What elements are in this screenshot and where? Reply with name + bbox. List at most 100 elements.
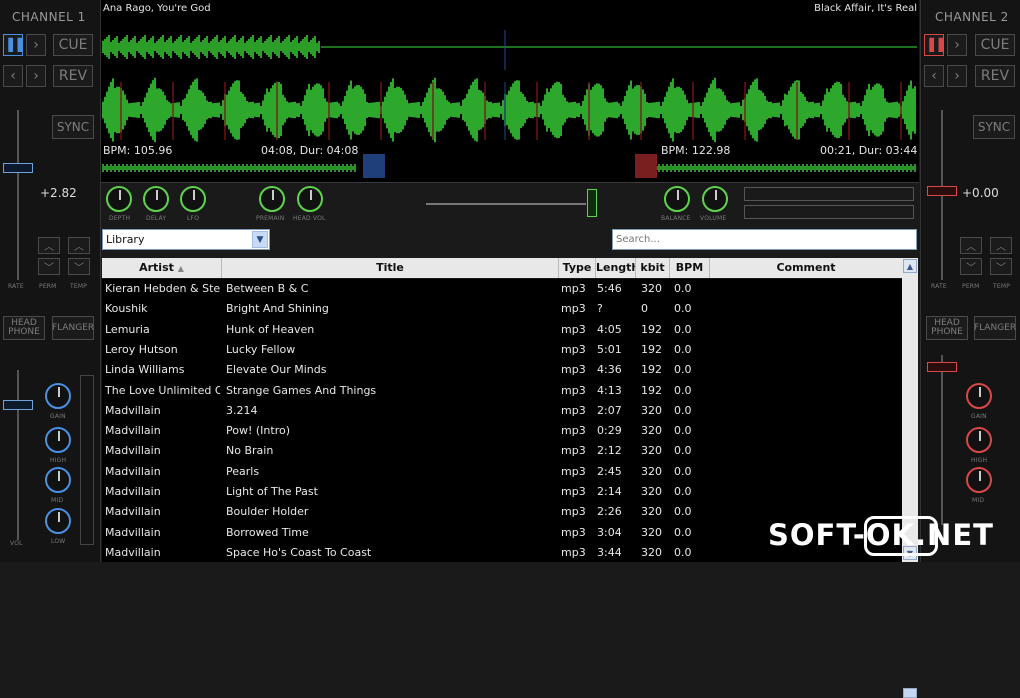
- source-select[interactable]: Library ▼: [102, 229, 270, 250]
- cell-bpm: 0.0: [674, 363, 692, 377]
- cell-bpm: 0.0: [674, 464, 692, 478]
- column-comment[interactable]: Comment: [710, 258, 902, 278]
- channel2-play-pause-button[interactable]: ▐▐: [924, 34, 944, 56]
- channel1-rev-button[interactable]: REV: [53, 65, 93, 87]
- cell-artist: Leroy Hutson: [105, 342, 178, 356]
- cell-type: mp3: [561, 464, 586, 478]
- channel1-up-button-2[interactable]: ︿: [68, 237, 90, 254]
- channel2-high-label: HIGH: [971, 457, 988, 464]
- channel1-up-button-1[interactable]: ︿: [38, 237, 60, 254]
- cell-type: mp3: [561, 525, 586, 539]
- cell-artist: Koushik: [105, 302, 148, 316]
- channel1-down-button-1[interactable]: ﹀: [38, 258, 60, 275]
- premain-knob[interactable]: [259, 186, 285, 212]
- column-bpm[interactable]: BPM: [670, 258, 710, 278]
- channel2-prev-button[interactable]: ‹: [924, 65, 944, 87]
- channel1-cue-button[interactable]: CUE: [53, 34, 93, 56]
- channel1-volume-slider[interactable]: [3, 400, 33, 410]
- depth-knob[interactable]: [106, 186, 132, 212]
- column-kbit[interactable]: kbit: [636, 258, 670, 278]
- channel2-mid-knob[interactable]: [966, 467, 992, 493]
- table-row[interactable]: Madvillain Pow! (Intro) mp3 0:29 320 0.0: [102, 421, 902, 441]
- channel2-cue-button[interactable]: CUE: [975, 34, 1015, 56]
- chevron-down-icon[interactable]: ▼: [252, 231, 268, 248]
- channel2-next-button[interactable]: ›: [947, 65, 967, 87]
- channel2-panel: CHANNEL 2 ▐▐ › CUE ‹ › REV SYNC +0.00 ︿ …: [920, 0, 1020, 562]
- channel2-volume-slider[interactable]: [927, 362, 957, 372]
- cell-length: 3:04: [597, 525, 622, 539]
- head-vol-knob[interactable]: [297, 186, 323, 212]
- cell-kbit: 192: [641, 322, 662, 336]
- channel1-gain-knob[interactable]: [45, 383, 71, 409]
- cell-artist: Madvillain: [105, 525, 161, 539]
- balance-knob[interactable]: [664, 186, 690, 212]
- delay-knob[interactable]: [143, 186, 169, 212]
- channel1-mid-knob[interactable]: [45, 467, 71, 493]
- table-row[interactable]: Linda Williams Elevate Our Minds mp3 4:36 19…: [102, 360, 902, 380]
- cell-bpm: 0.0: [674, 383, 692, 397]
- cell-kbit: 320: [641, 444, 662, 458]
- channel1-headphone-button[interactable]: HEAD PHONE: [3, 316, 45, 340]
- crossfader-handle[interactable]: [587, 189, 597, 217]
- waveform-display[interactable]: [101, 0, 919, 182]
- track-list-header: Artist ▲ Title Type Length kbit BPM Comm…: [102, 258, 902, 278]
- channel1-pitch-slider[interactable]: [3, 163, 33, 173]
- search-input[interactable]: [612, 229, 917, 250]
- column-title[interactable]: Title: [222, 258, 559, 278]
- channel1-play-button[interactable]: ›: [26, 34, 46, 56]
- scroll-thumb[interactable]: [903, 688, 917, 698]
- channel2-high-knob[interactable]: [966, 427, 992, 453]
- cell-kbit: 320: [641, 282, 662, 295]
- channel2-flanger-button[interactable]: FLANGER: [974, 316, 1016, 340]
- scroll-up-button[interactable]: ▲: [903, 259, 917, 273]
- cell-kbit: 320: [641, 525, 662, 539]
- channel1-play-pause-button[interactable]: ▐▐: [3, 34, 23, 56]
- channel2-up-button-1[interactable]: ︿: [960, 237, 982, 254]
- table-row[interactable]: Madvillain No Brain mp3 2:12 320 0.0: [102, 441, 902, 461]
- channel1-flanger-button[interactable]: FLANGER: [52, 316, 94, 340]
- channel2-up-button-2[interactable]: ︿: [990, 237, 1012, 254]
- cell-artist: Linda Williams: [105, 363, 185, 377]
- channel1-title: CHANNEL 1: [12, 10, 86, 24]
- channel1-high-knob[interactable]: [45, 427, 71, 453]
- channel1-prev-button[interactable]: ‹: [3, 65, 23, 87]
- cell-bpm: 0.0: [674, 403, 692, 417]
- table-row[interactable]: Koushik Bright And Shining mp3? 0 0.0: [102, 299, 902, 319]
- channel2-headphone-button[interactable]: HEAD PHONE: [926, 316, 968, 340]
- column-type[interactable]: Type: [559, 258, 596, 278]
- channel2-down-button-2[interactable]: ﹀: [990, 258, 1012, 275]
- channel1-down-button-2[interactable]: ﹀: [68, 258, 90, 275]
- table-row[interactable]: Kieran Hebden & Ste... Between B & C mp3 5:…: [102, 279, 902, 299]
- cell-artist: Madvillain: [105, 485, 161, 498]
- waveform-area[interactable]: Ana Rago, You're God Black Affair, It's …: [101, 0, 919, 183]
- channel1-sync-button[interactable]: SYNC: [52, 115, 94, 139]
- channel2-pitch-slider[interactable]: [927, 186, 957, 196]
- channel2-play-button[interactable]: ›: [947, 34, 967, 56]
- table-row[interactable]: Madvillain 3.214 mp3 2:07 320 0.0: [102, 401, 902, 421]
- column-artist[interactable]: Artist ▲: [102, 258, 222, 278]
- channel2-sync-button[interactable]: SYNC: [973, 115, 1015, 139]
- lfo-label: LFO: [187, 215, 200, 222]
- table-row[interactable]: Leroy Hutson Lucky Fellow mp3 5:01 192 0.0: [102, 340, 902, 360]
- cell-type: mp3: [561, 485, 586, 498]
- table-row[interactable]: The Love Unlimited O... Strange Games And…: [102, 381, 902, 401]
- channel1-low-knob[interactable]: [45, 508, 71, 534]
- channel2-down-button-1[interactable]: ﹀: [960, 258, 982, 275]
- balance-label: BALANCE: [661, 215, 691, 222]
- channel1-next-button[interactable]: ›: [26, 65, 46, 87]
- cell-bpm: 0.0: [674, 424, 692, 438]
- table-row[interactable]: Lemuria Hunk of Heaven mp3 4:05 192 0.0: [102, 320, 902, 340]
- table-row[interactable]: Madvillain Light of The Past mp3 2:14 320 0.0: [102, 482, 902, 502]
- channel2-gain-knob[interactable]: [966, 383, 992, 409]
- cell-length: 5:01: [597, 342, 622, 356]
- volume-knob[interactable]: [702, 186, 728, 212]
- channel2-rev-button[interactable]: REV: [975, 65, 1015, 87]
- lfo-knob[interactable]: [180, 186, 206, 212]
- cell-artist: The Love Unlimited O...: [105, 383, 220, 397]
- premain-label: PREMAIN: [256, 215, 285, 222]
- table-row[interactable]: Madvillain Pearls mp3 2:45 320 0.0: [102, 462, 902, 482]
- channel2-pitch-value: +0.00: [962, 186, 999, 200]
- column-length[interactable]: Length: [596, 258, 636, 278]
- channel2-perm-label: PERM: [962, 283, 980, 290]
- cell-type: mp3: [561, 363, 586, 377]
